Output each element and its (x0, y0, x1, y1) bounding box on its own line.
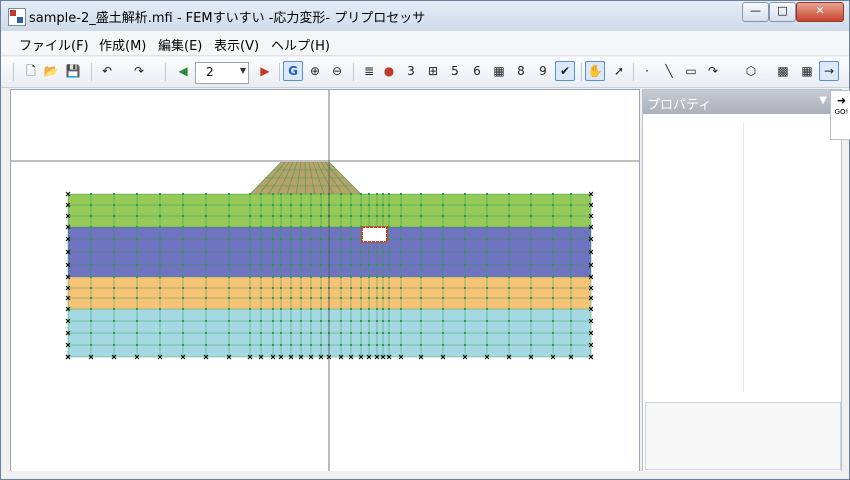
check-icon[interactable]: 9 (533, 61, 553, 81)
number-icon[interactable]: 5 (445, 61, 465, 81)
boundary-icon[interactable]: ⊞ (423, 61, 443, 81)
zoom-out-icon[interactable]: ⊖ (327, 61, 347, 81)
toolbar: 🗋 📂 💾 ↶ ↷ ◀ ▶ G ⊕ ⊖ ≣ ● 3 ⊞ 5 6 ▦ 8 9 ✔ ✋ ➚ · ╲ ▭ ↷ ⬡ ▩ ▦ → (1, 57, 849, 88)
undo-icon[interactable]: ↶ (97, 61, 117, 81)
mesh-drawing (11, 90, 639, 472)
property-description (645, 402, 841, 470)
mesh-icon[interactable]: ▦ (797, 61, 817, 81)
validate-icon[interactable]: ✔ (555, 61, 575, 81)
window-title: sample-2_盛土解析.mfi - FEMすいすい -応力変形- プリプロセ… (29, 11, 426, 26)
title-bar: sample-2_盛土解析.mfi - FEMすいすい -応力変形- プリプロセ… (1, 1, 849, 31)
material-icon[interactable]: ● (379, 61, 399, 81)
go-label: GO! (834, 108, 849, 116)
property-grid-divider (743, 122, 744, 392)
rect-icon[interactable]: ▭ (681, 61, 701, 81)
minimize-button[interactable]: — (742, 2, 769, 22)
add-step-icon[interactable]: ▶ (255, 61, 275, 81)
grid-icon[interactable]: ▦ (489, 61, 509, 81)
soil-layer-3 (68, 277, 591, 309)
load-icon[interactable]: 6 (467, 61, 487, 81)
hand-icon[interactable]: ✋ (585, 61, 605, 81)
line-icon[interactable]: ╲ (659, 61, 679, 81)
menu-bar: ファイル(F) 作成(M) 編集(E) 表示(V) ヘルプ(H) (1, 31, 849, 56)
chevron-down-icon[interactable]: ▼ (240, 66, 246, 75)
menu-edit[interactable]: 編集(E) (158, 35, 202, 54)
point-icon[interactable]: · (637, 61, 657, 81)
g-icon[interactable]: G (283, 61, 303, 81)
menu-help[interactable]: ヘルプ(H) (271, 35, 330, 54)
close-button[interactable]: ✕ (796, 2, 844, 22)
dimension-icon[interactable]: 3 (401, 61, 421, 81)
maximize-button[interactable]: □ (769, 2, 796, 22)
menu-file[interactable]: ファイル(F) (19, 35, 89, 54)
opening-element (361, 226, 388, 243)
soil-layer-1 (68, 194, 591, 227)
fill-icon[interactable]: ▩ (773, 61, 793, 81)
menu-view[interactable]: 表示(V) (214, 35, 259, 54)
new-icon[interactable]: 🗋 (21, 61, 41, 81)
table-icon[interactable]: 8 (511, 61, 531, 81)
properties-panel: プロパティ ▼ (642, 89, 842, 473)
step-combo[interactable]: 2 ▼ (195, 62, 249, 84)
open-icon[interactable]: 📂 (41, 61, 61, 81)
status-strip (1, 471, 849, 479)
go-icon[interactable]: → (819, 61, 839, 81)
arrow-right-icon: ➜ (836, 94, 847, 107)
redo-icon[interactable]: ↷ (129, 61, 149, 81)
zoom-in-icon[interactable]: ⊕ (305, 61, 325, 81)
list-icon[interactable]: ≣ (359, 61, 379, 81)
polygon-icon[interactable]: ⬡ (741, 61, 761, 81)
pointer-icon[interactable]: ➚ (609, 61, 629, 81)
model-canvas[interactable] (10, 89, 640, 473)
properties-header[interactable]: プロパティ ▼ (643, 90, 841, 114)
chevron-down-icon[interactable]: ▼ (819, 95, 827, 106)
step-combo-value: 2 (206, 65, 214, 79)
app-icon[interactable] (8, 8, 26, 26)
app-window: sample-2_盛土解析.mfi - FEMすいすい -応力変形- プリプロセ… (0, 0, 850, 480)
properties-title: プロパティ (647, 98, 712, 113)
menu-create[interactable]: 作成(M) (99, 35, 146, 54)
go-button[interactable]: ➜ GO! (830, 90, 850, 140)
save-icon[interactable]: 💾 (63, 61, 83, 81)
arc-icon[interactable]: ↷ (703, 61, 723, 81)
prev-step-icon[interactable]: ◀ (173, 61, 193, 81)
